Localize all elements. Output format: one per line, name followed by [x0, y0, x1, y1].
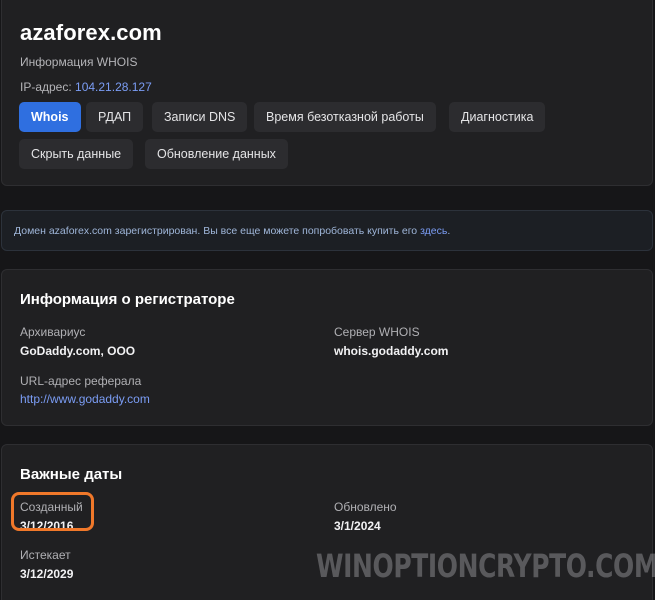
archivist-label: Архивариус [20, 325, 86, 339]
expires-value: 3/12/2029 [20, 567, 74, 581]
created-value: 3/12/2016 [20, 519, 74, 533]
updated-label: Обновлено [334, 500, 397, 514]
tab-whois[interactable]: Whois [19, 102, 81, 132]
ip-address-line: IP-адрес: 104.21.28.127 [20, 80, 152, 94]
dates-section-title: Важные даты [20, 466, 123, 483]
notice-text: Домен azaforex.com зарегистрирован. Вы в… [14, 225, 450, 237]
whois-page: azaforex.com Информация WHOIS IP-адрес: … [0, 0, 655, 600]
notice-buy-link[interactable]: здесь [420, 225, 447, 237]
archivist-value: GoDaddy.com, ООО [20, 344, 136, 358]
page-subtitle: Информация WHOIS [20, 55, 138, 69]
tab-diagnostics[interactable]: Диагностика [449, 102, 546, 132]
notice-message: Домен azaforex.com зарегистрирован. Вы в… [14, 225, 421, 237]
refresh-data-button[interactable]: Обновление данных [145, 139, 288, 169]
ip-address-link[interactable]: 104.21.28.127 [75, 80, 152, 94]
whois-server-label: Сервер WHOIS [334, 325, 420, 339]
tab-rdap[interactable]: РДАП [86, 102, 144, 132]
domain-title: azaforex.com [20, 20, 162, 45]
whois-server-value: whois.godaddy.com [334, 344, 449, 358]
ip-address-label: IP-адрес: [20, 80, 76, 94]
notice-suffix: . [447, 225, 451, 237]
tab-dns-records[interactable]: Записи DNS [152, 102, 248, 132]
updated-value: 3/1/2024 [334, 519, 381, 533]
referral-url-label: URL-адрес реферала [20, 374, 142, 388]
watermark: WINOPTIONCRYPTO.COM [316, 547, 655, 585]
domain-header-card: azaforex.com Информация WHOIS IP-адрес: … [1, 0, 653, 186]
registrar-info-card: Информация о регистраторе Архивариус GoD… [1, 269, 653, 426]
created-label: Созданный [20, 500, 83, 514]
tab-uptime[interactable]: Время безотказной работы [254, 102, 436, 132]
referral-url-link[interactable]: http://www.godaddy.com [20, 392, 150, 406]
hide-data-button[interactable]: Скрыть данные [19, 139, 134, 169]
expires-label: Истекает [20, 548, 71, 562]
registrar-section-title: Информация о регистраторе [20, 291, 235, 308]
registration-notice: Домен azaforex.com зарегистрирован. Вы в… [1, 210, 653, 251]
